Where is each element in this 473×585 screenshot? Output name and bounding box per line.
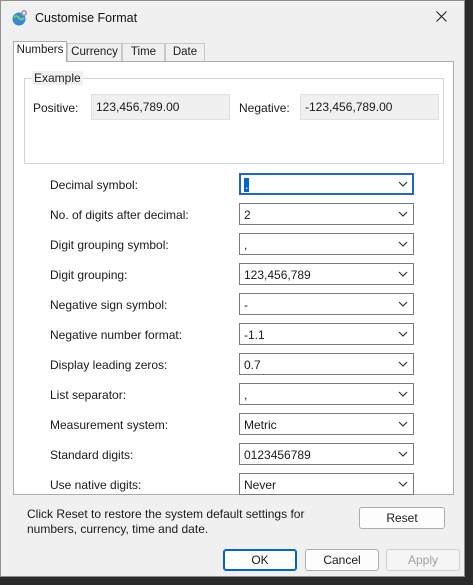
chevron-down-icon (398, 211, 408, 217)
tab-time[interactable]: Time (122, 43, 165, 61)
window-title: Customise Format (35, 11, 138, 25)
digits-after-decimal-combo[interactable]: 2 (239, 203, 414, 225)
apply-button: Apply (386, 549, 460, 571)
chevron-down-icon (398, 361, 408, 367)
digit-grouping-value: 123,456,789 (244, 268, 311, 282)
standard-digits-combo[interactable]: 0123456789 (239, 443, 414, 465)
display-leading-zeros-value: 0.7 (244, 358, 261, 372)
digit-grouping-symbol-combo[interactable]: , (239, 233, 414, 255)
digits-after-decimal-label: No. of digits after decimal: (50, 208, 189, 222)
customise-format-dialog: Customise Format Numbers Currency Time D… (0, 0, 465, 577)
ok-button[interactable]: OK (223, 549, 297, 571)
digits-after-decimal-value: 2 (244, 208, 251, 222)
display-leading-zeros-label: Display leading zeros: (50, 358, 168, 372)
positive-example-box: 123,456,789.00 (91, 94, 230, 120)
tab-currency[interactable]: Currency (67, 43, 122, 61)
measurement-system-value: Metric (244, 418, 277, 432)
chevron-down-icon (398, 481, 408, 487)
close-icon (436, 11, 447, 22)
chevron-down-icon (398, 271, 408, 277)
chevron-down-icon (398, 391, 408, 397)
decimal-symbol-combo[interactable]: . (239, 173, 414, 195)
globe-settings-icon (12, 10, 27, 26)
reset-button[interactable]: Reset (359, 507, 445, 529)
cancel-button[interactable]: Cancel (305, 549, 379, 571)
title-bar: Customise Format (1, 1, 464, 35)
example-group-label: Example (32, 71, 83, 85)
reset-note: Click Reset to restore the system defaul… (27, 507, 305, 536)
use-native-digits-combo[interactable]: Never (239, 473, 414, 495)
chevron-down-icon (398, 181, 408, 187)
digit-grouping-symbol-value: , (244, 238, 248, 252)
negative-sign-symbol-combo[interactable]: - (239, 293, 414, 315)
chevron-down-icon (398, 241, 408, 247)
standard-digits-value: 0123456789 (244, 448, 311, 462)
negative-example-box: -123,456,789.00 (300, 94, 439, 120)
list-separator-combo[interactable]: , (239, 383, 414, 405)
measurement-system-combo[interactable]: Metric (239, 413, 414, 435)
negative-label: Negative: (239, 101, 290, 115)
chevron-down-icon (398, 301, 408, 307)
list-separator-value: , (244, 388, 248, 402)
negative-number-format-combo[interactable]: -1.1 (239, 323, 414, 345)
use-native-digits-label: Use native digits: (50, 478, 142, 492)
negative-sign-symbol-value: - (244, 298, 248, 312)
chevron-down-icon (398, 451, 408, 457)
digit-grouping-symbol-label: Digit grouping symbol: (50, 238, 169, 252)
measurement-system-label: Measurement system: (50, 418, 169, 432)
decimal-symbol-label: Decimal symbol: (50, 178, 139, 192)
example-group: Example Positive: 123,456,789.00 Negativ… (24, 71, 444, 164)
tab-date[interactable]: Date (165, 43, 205, 61)
negative-number-format-value: -1.1 (244, 328, 265, 342)
close-button[interactable] (422, 3, 462, 31)
use-native-digits-value: Never (244, 478, 277, 492)
chevron-down-icon (398, 331, 408, 337)
standard-digits-label: Standard digits: (50, 448, 134, 462)
tab-numbers[interactable]: Numbers (13, 41, 67, 62)
display-leading-zeros-combo[interactable]: 0.7 (239, 353, 414, 375)
negative-number-format-label: Negative number format: (50, 328, 183, 342)
digit-grouping-label: Digit grouping: (50, 268, 128, 282)
negative-sign-symbol-label: Negative sign symbol: (50, 298, 168, 312)
decimal-symbol-value: . (244, 178, 250, 192)
chevron-down-icon (398, 421, 408, 427)
positive-label: Positive: (33, 101, 79, 115)
digit-grouping-combo[interactable]: 123,456,789 (239, 263, 414, 285)
list-separator-label: List separator: (50, 388, 127, 402)
